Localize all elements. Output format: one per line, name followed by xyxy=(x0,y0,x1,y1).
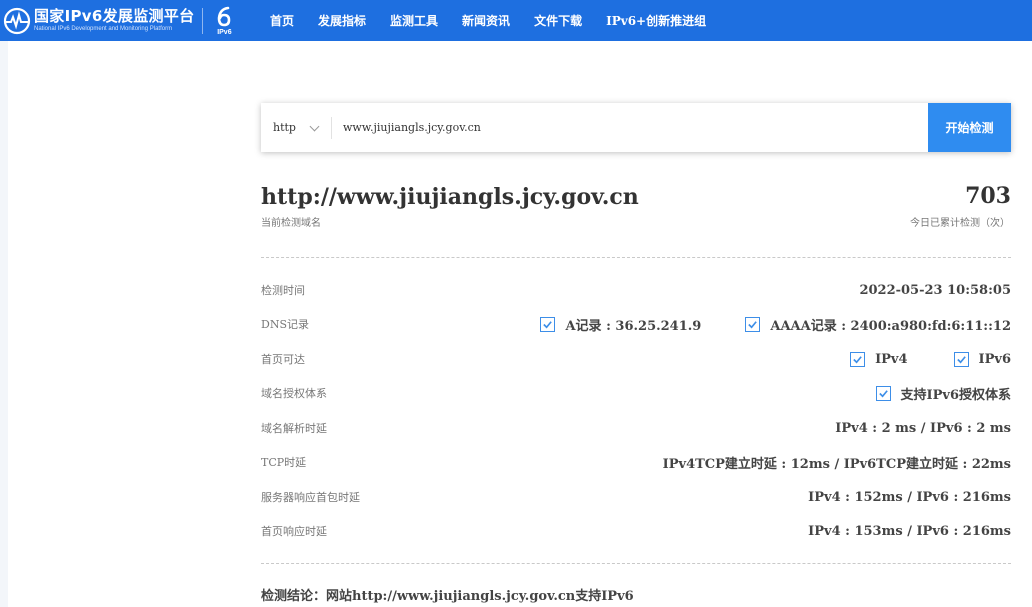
row-label: 首页响应时延 xyxy=(261,525,327,538)
ipv6-six-icon xyxy=(218,6,231,26)
row-label: TCP时延 xyxy=(261,456,307,469)
left-edge xyxy=(0,41,8,607)
checkbox-checked-icon xyxy=(745,316,761,332)
search-bar: http 开始检测 xyxy=(261,102,1011,153)
checkbox-checked-icon xyxy=(953,351,969,367)
row-page-load-delay: 首页响应时延 IPv4 : 153ms / IPv6 : 216ms xyxy=(261,521,1011,541)
row-label: 服务器响应首包时延 xyxy=(261,491,360,504)
dns-values: A记录 : 36.25.241.9 AAAA记录 : 2400:a980:fd:… xyxy=(540,315,1011,334)
logo-text: 国家IPv6发展监测平台 National IPv6 Development a… xyxy=(34,6,195,34)
row-homepage-reach: 首页可达 IPv4 IPv6 xyxy=(261,349,1011,369)
nav-item-news[interactable]: 新闻资讯 xyxy=(462,12,510,29)
ipv6-badge: IPv6 xyxy=(211,3,237,39)
site-logo[interactable]: 国家IPv6发展监测平台 National IPv6 Development a… xyxy=(0,0,237,41)
checked-domain-label: 当前检测域名 xyxy=(261,218,321,229)
row-tcp-delay: TCP时延 IPv4TCP建立时延 : 12ms / IPv6TCP建立时延 :… xyxy=(261,452,1011,472)
url-input[interactable] xyxy=(332,102,928,153)
checked-domain: http://www.jiujiangls.jcy.gov.cn xyxy=(261,184,639,210)
row-label: 检测时间 xyxy=(261,284,305,297)
row-label: 首页可达 xyxy=(261,353,305,366)
top-nav: 国家IPv6发展监测平台 National IPv6 Development a… xyxy=(0,0,1032,41)
logo-subtitle: National IPv6 Development and Monitoring… xyxy=(34,25,173,32)
row-label: 域名授权体系 xyxy=(261,387,327,400)
monitor-logo-icon xyxy=(3,7,31,34)
protocol-select[interactable]: http xyxy=(261,103,331,152)
nav-item-ipv6plus[interactable]: IPv6+创新推进组 xyxy=(606,12,706,29)
row-first-packet-delay: 服务器响应首包时延 IPv4 : 152ms / IPv6 : 216ms xyxy=(261,487,1011,507)
dns-aaaa-record: AAAA记录 : 2400:a980:fd:6:11::12 xyxy=(770,318,1011,334)
checkbox-checked-icon xyxy=(850,351,866,367)
nav-item-home[interactable]: 首页 xyxy=(270,12,294,29)
check-time-value: 2022-05-23 10:58:05 xyxy=(859,282,1011,298)
row-dns: DNS记录 A记录 : 36.25.241.9 AAAA记录 : 2400:a9… xyxy=(261,314,1011,334)
row-check-time: 检测时间 2022-05-23 10:58:05 xyxy=(261,280,1011,300)
nav-item-tools[interactable]: 监测工具 xyxy=(390,12,438,29)
divider-top xyxy=(261,257,1011,258)
divider-bottom xyxy=(261,563,1011,564)
logo-title: 国家IPv6发展监测平台 xyxy=(34,6,195,25)
dns-a-record: A记录 : 36.25.241.9 xyxy=(565,318,702,334)
homepage-ipv6: IPv6 xyxy=(978,351,1011,367)
nav-item-indicators[interactable]: 发展指标 xyxy=(318,12,366,29)
ipv6-badge-label: IPv6 xyxy=(217,28,232,36)
homepage-values: IPv4 IPv6 xyxy=(850,351,1011,367)
auth-values: 支持IPv6授权体系 xyxy=(875,384,1011,403)
dns-delay-value: IPv4 : 2 ms / IPv6 : 2 ms xyxy=(835,420,1011,436)
chevron-down-icon xyxy=(309,121,320,132)
main-menu: 首页 发展指标 监测工具 新闻资讯 文件下载 IPv6+创新推进组 xyxy=(270,0,730,41)
row-dns-delay: 域名解析时延 IPv4 : 2 ms / IPv6 : 2 ms xyxy=(261,418,1011,438)
logo-divider xyxy=(202,7,204,34)
checkbox-checked-icon xyxy=(540,316,556,332)
row-label: DNS记录 xyxy=(261,318,309,331)
row-label: 域名解析时延 xyxy=(261,422,327,435)
checkbox-checked-icon xyxy=(875,385,891,401)
nav-item-downloads[interactable]: 文件下载 xyxy=(534,12,582,29)
protocol-value: http xyxy=(273,121,296,134)
homepage-ipv4: IPv4 xyxy=(875,351,908,367)
check-conclusion: 检测结论：网站http://www.jiujiangls.jcy.gov.cn支… xyxy=(261,589,634,604)
row-auth-system: 域名授权体系 支持IPv6授权体系 xyxy=(261,383,1011,403)
today-check-count: 703 xyxy=(965,183,1011,209)
first-packet-delay-value: IPv4 : 152ms / IPv6 : 216ms xyxy=(808,489,1011,505)
today-check-count-label: 今日已累计检测（次） xyxy=(910,218,1010,229)
auth-value: 支持IPv6授权体系 xyxy=(900,387,1011,403)
tcp-delay-value: IPv4TCP建立时延 : 12ms / IPv6TCP建立时延 : 22ms xyxy=(662,456,1011,472)
start-check-button[interactable]: 开始检测 xyxy=(928,103,1011,152)
page-load-delay-value: IPv4 : 153ms / IPv6 : 216ms xyxy=(808,523,1011,539)
